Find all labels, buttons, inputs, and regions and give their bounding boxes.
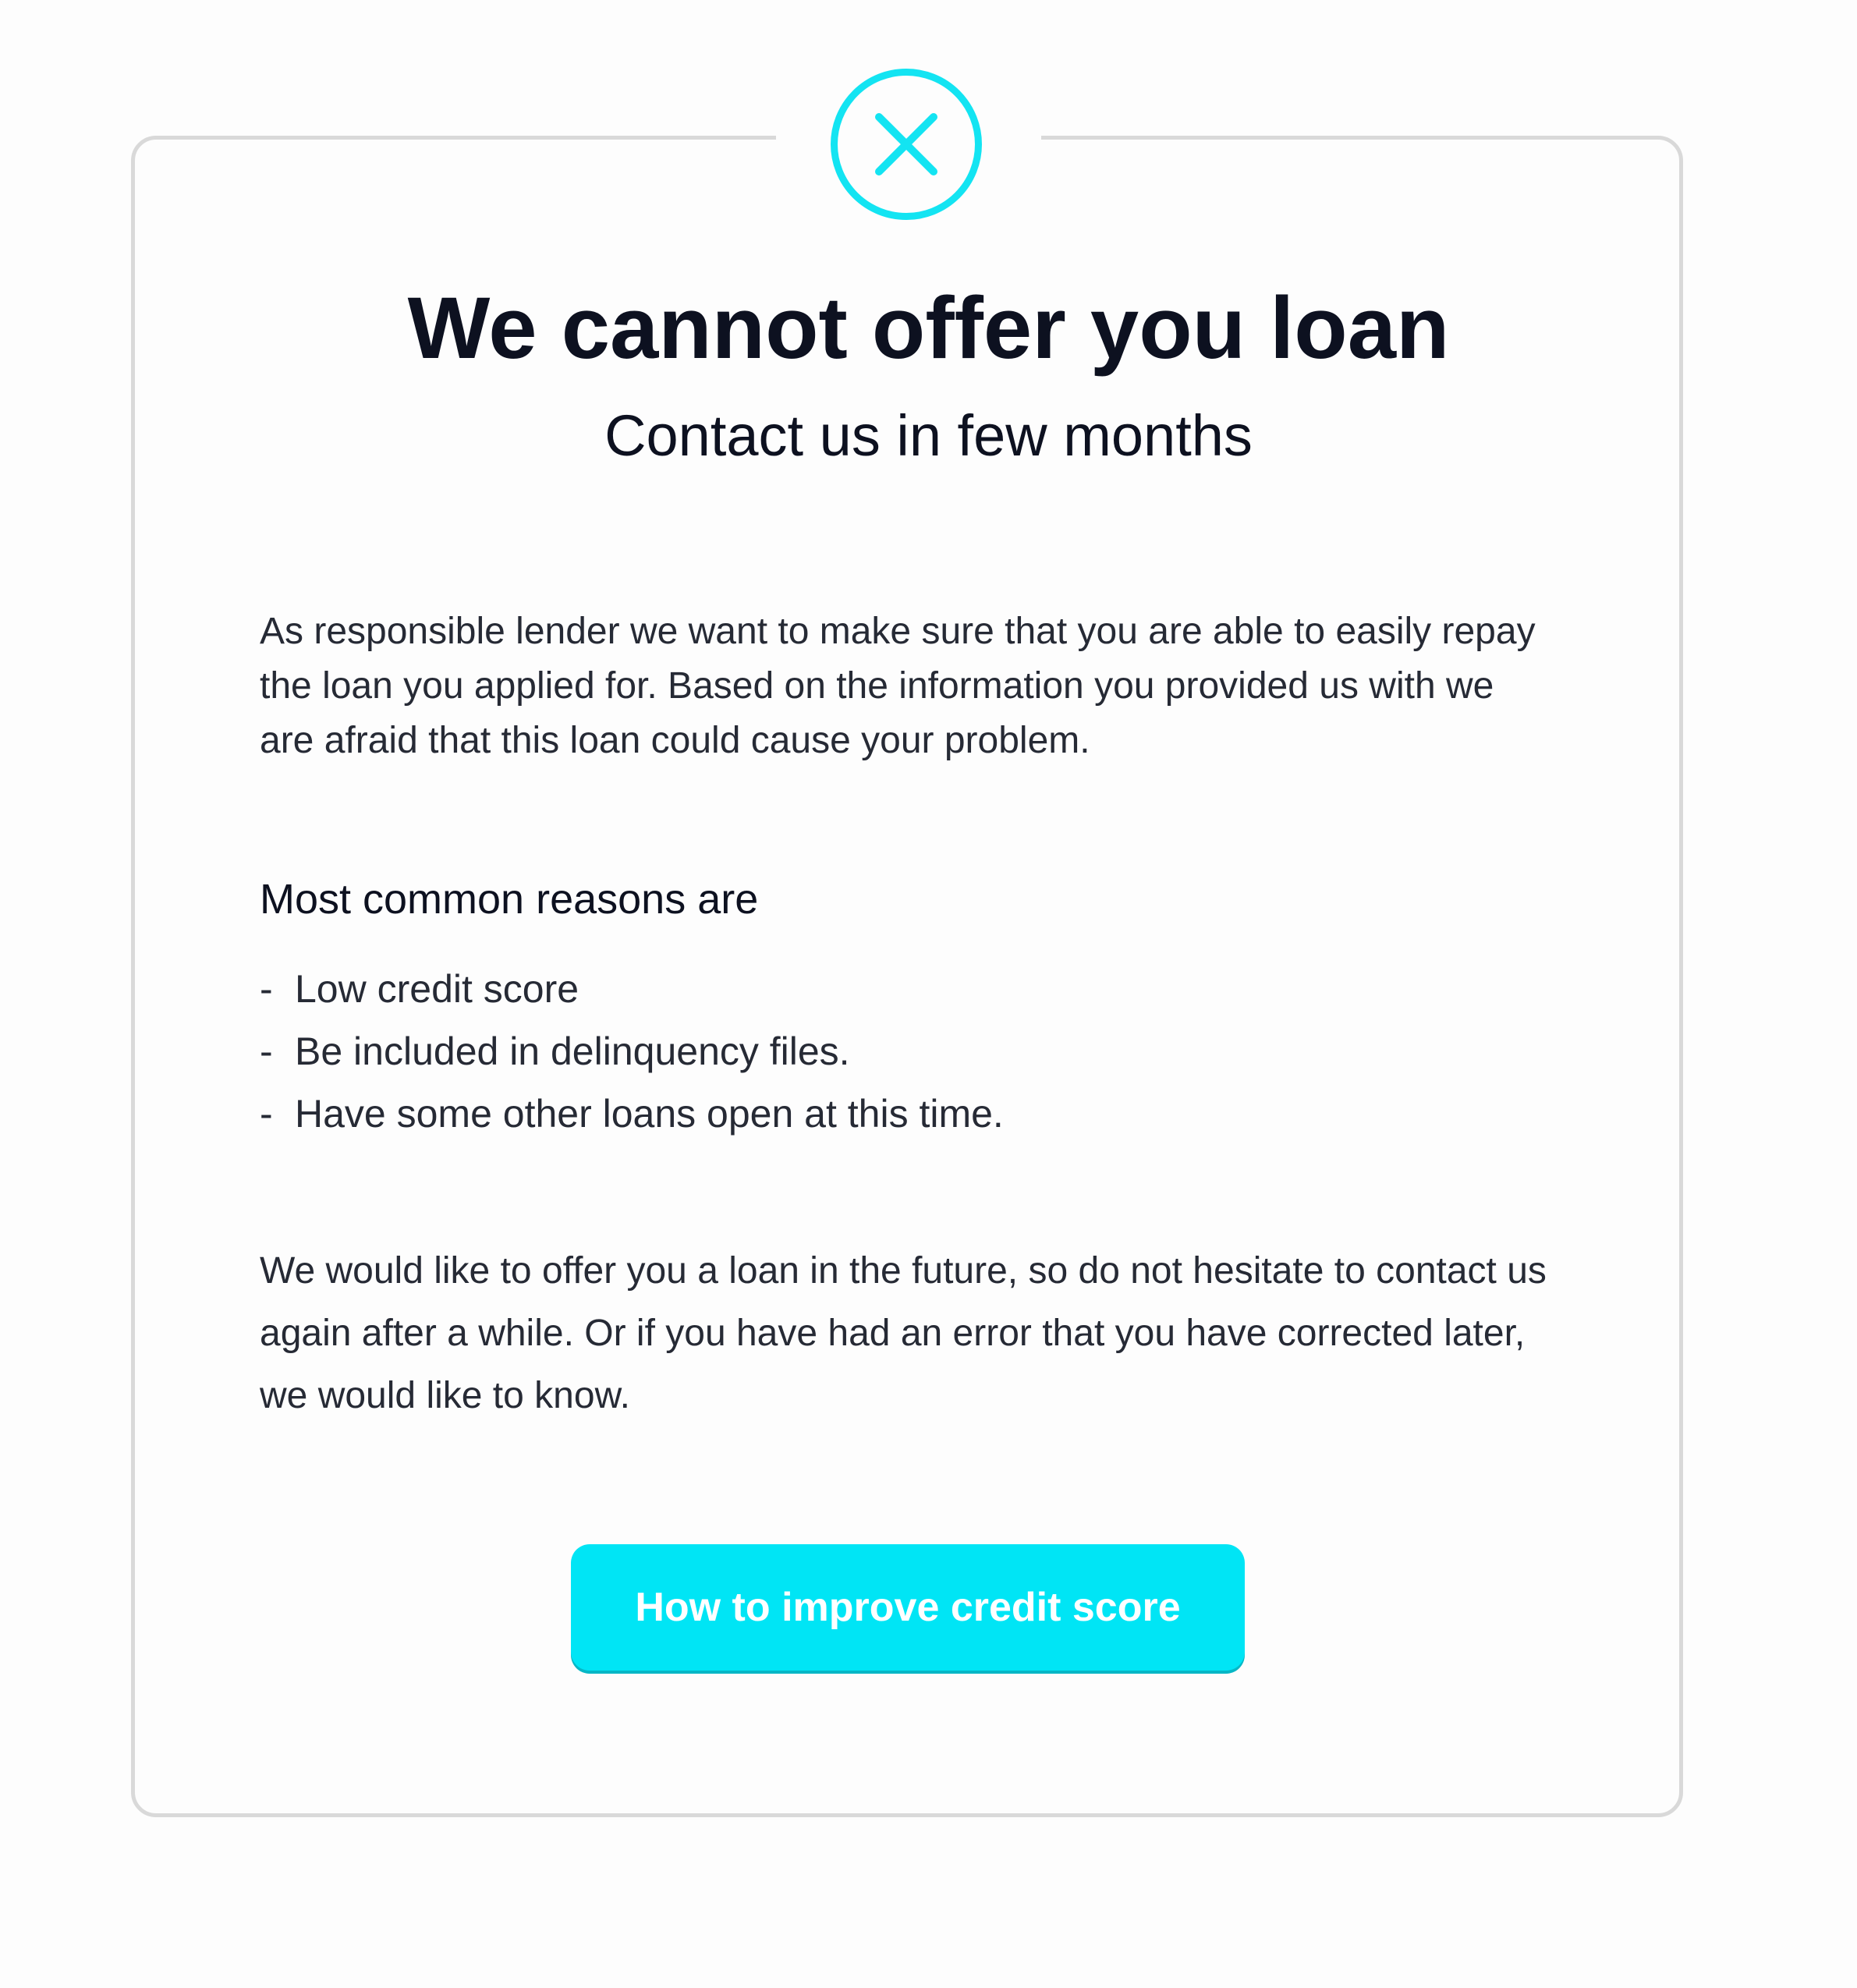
list-bullet: -: [260, 1092, 273, 1136]
reason-text: Be included in delinquency files.: [295, 1029, 850, 1073]
reason-text: Have some other loans open at this time.: [295, 1092, 1004, 1136]
intro-paragraph: As responsible lender we want to make su…: [260, 611, 1536, 761]
list-bullet: -: [260, 967, 273, 1011]
dialog-subtitle: Contact us in few months: [604, 403, 1253, 468]
reason-text: Low credit score: [295, 967, 579, 1011]
reasons-heading: Most common reasons are: [260, 876, 759, 923]
list-item: - Be included in delinquency files.: [260, 1020, 1004, 1083]
reasons-list: - Low credit score - Be included in deli…: [260, 958, 1004, 1145]
closing-paragraph: We would like to offer you a loan in the…: [260, 1250, 1547, 1416]
close-circle-icon: [831, 69, 982, 220]
list-bullet: -: [260, 1029, 273, 1073]
list-item: - Have some other loans open at this tim…: [260, 1083, 1004, 1145]
list-item: - Low credit score: [260, 958, 1004, 1020]
improve-credit-score-button[interactable]: How to improve credit score: [571, 1544, 1245, 1671]
dialog-title: We cannot offer you loan: [407, 279, 1450, 377]
x-mark-icon: [875, 113, 937, 175]
